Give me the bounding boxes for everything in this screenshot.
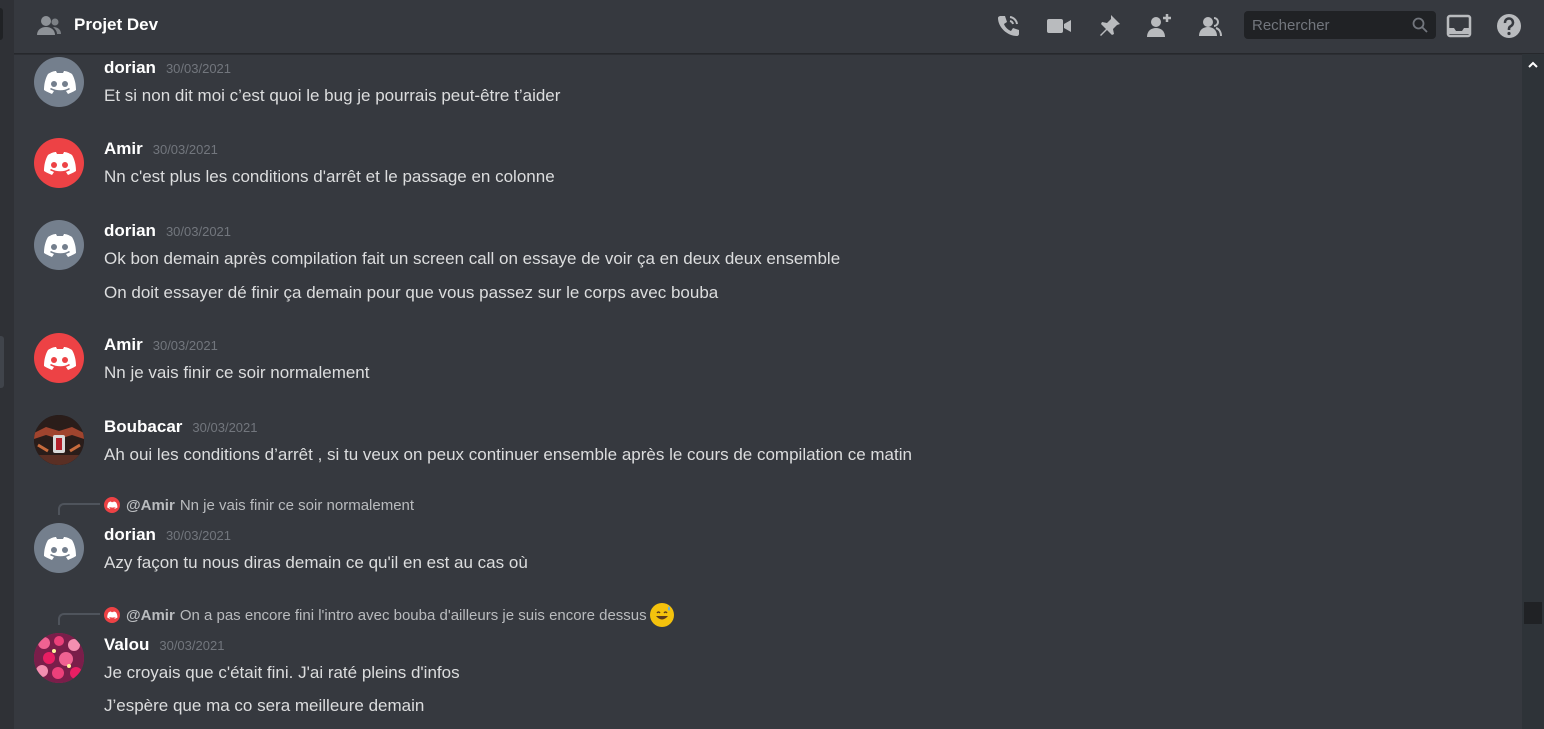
- discord-logo-icon: [107, 611, 118, 619]
- message-text: J’espère que ma co sera meilleure demain: [104, 696, 425, 715]
- avatar[interactable]: [34, 333, 84, 383]
- message: @Amir On a pas encore fini l'intro avec …: [14, 602, 1514, 729]
- reply-mention[interactable]: @Amir: [126, 497, 175, 514]
- message: Amir 30/03/2021 Nn c'est plus les conditi…: [14, 134, 1514, 204]
- message-text: Je croyais que c'était fini. J'ai raté p…: [104, 663, 460, 682]
- sweat-smile-emoji: [649, 603, 674, 627]
- add-member-icon[interactable]: [1146, 13, 1172, 39]
- server-indicator: [0, 8, 3, 40]
- reply-mention[interactable]: @Amir: [126, 607, 175, 624]
- author-name[interactable]: Amir 30/03/2021: [104, 139, 218, 159]
- avatar[interactable]: [34, 220, 84, 270]
- message-text: On doit essayer dé finir ça demain pour …: [104, 283, 719, 302]
- reply-preview[interactable]: @Amir Nn je vais finir ce soir normaleme…: [104, 495, 414, 515]
- search-placeholder: Rechercher: [1252, 17, 1330, 34]
- reply-text: Nn je vais finir ce soir normalement: [179, 496, 415, 514]
- reply-avatar: [104, 607, 120, 623]
- help-icon[interactable]: [1496, 13, 1522, 39]
- reply-spine: [58, 503, 100, 515]
- message: dorian 30/03/2021 Et si non dit moi c’est…: [14, 54, 1514, 124]
- search-icon: [1412, 17, 1428, 33]
- profile-picture-icon: [34, 415, 84, 465]
- message: Boubacar 30/03/2021 Ah oui les conditions…: [14, 412, 1514, 482]
- member-list-icon[interactable]: [1196, 13, 1222, 39]
- scrollbar[interactable]: [1522, 54, 1544, 729]
- discord-logo-icon: [44, 152, 76, 175]
- message: dorian 30/03/2021 Ok bon demain après com…: [14, 216, 1514, 316]
- timestamp: 30/03/2021: [165, 224, 232, 239]
- reply-preview[interactable]: @Amir On a pas encore fini l'intro avec …: [104, 603, 674, 627]
- author-name[interactable]: dorian 30/03/2021: [104, 58, 231, 78]
- timestamp: 30/03/2021: [159, 638, 225, 653]
- avatar[interactable]: [34, 138, 84, 188]
- message: Amir 30/03/2021 Nn je vais finir ce soir …: [14, 330, 1514, 400]
- message-text: Nn je vais finir ce soir normalement: [104, 363, 370, 382]
- timestamp: 30/03/2021: [192, 420, 258, 435]
- timestamp: 30/03/2021: [165, 61, 232, 76]
- emoji-face-icon: [650, 604, 673, 626]
- pin-icon[interactable]: [1096, 13, 1122, 39]
- reply-text: On a pas encore fini l'intro avec bouba …: [179, 606, 647, 624]
- discord-logo-icon: [44, 234, 76, 257]
- channel-header: Projet Dev Rechercher: [14, 0, 1544, 54]
- author-name[interactable]: dorian 30/03/2021: [104, 221, 231, 241]
- video-icon[interactable]: [1046, 13, 1072, 39]
- author-name[interactable]: Amir 30/03/2021: [104, 335, 218, 355]
- message-text: Ah oui les conditions d’arrêt , si tu ve…: [104, 445, 912, 464]
- discord-logo-icon: [44, 537, 76, 560]
- server-indicator-active: [0, 336, 4, 388]
- channel-title: Projet Dev: [74, 15, 159, 34]
- search-input[interactable]: Rechercher: [1244, 11, 1436, 39]
- call-icon[interactable]: [995, 13, 1021, 39]
- message-text: Azy façon tu nous diras demain ce qu'il …: [104, 553, 528, 572]
- author-name[interactable]: dorian 30/03/2021: [104, 525, 231, 545]
- avatar[interactable]: [34, 57, 84, 107]
- avatar[interactable]: [34, 415, 84, 465]
- profile-picture-icon: [34, 633, 84, 683]
- timestamp: 30/03/2021: [165, 528, 232, 543]
- members-icon: [37, 16, 61, 35]
- inbox-icon[interactable]: [1446, 13, 1472, 39]
- discord-logo-icon: [44, 347, 76, 370]
- message-text: Nn c'est plus les conditions d'arrêt et …: [104, 167, 555, 186]
- reply-spine: [58, 613, 100, 625]
- scroll-up-icon[interactable]: [1528, 60, 1538, 70]
- author-name[interactable]: Valou 30/03/2021: [104, 635, 224, 655]
- message-text: Ok bon demain après compilation fait un …: [104, 249, 841, 268]
- timestamp: 30/03/2021: [152, 142, 218, 157]
- message-list: dorian 30/03/2021 Et si non dit moi c’est…: [14, 54, 1522, 729]
- discord-logo-icon: [107, 501, 118, 509]
- avatar[interactable]: [34, 523, 84, 573]
- author-name[interactable]: Boubacar 30/03/2021: [104, 417, 258, 437]
- reply-avatar: [104, 497, 120, 513]
- discord-logo-icon: [44, 71, 76, 94]
- message-text: Et si non dit moi c’est quoi le bug je p…: [104, 86, 561, 105]
- server-sidebar-edge: [0, 0, 14, 729]
- scrollbar-thumb[interactable]: [1524, 602, 1542, 624]
- timestamp: 30/03/2021: [152, 338, 218, 353]
- avatar[interactable]: [34, 633, 84, 683]
- message: @Amir Nn je vais finir ce soir normaleme…: [14, 494, 1514, 594]
